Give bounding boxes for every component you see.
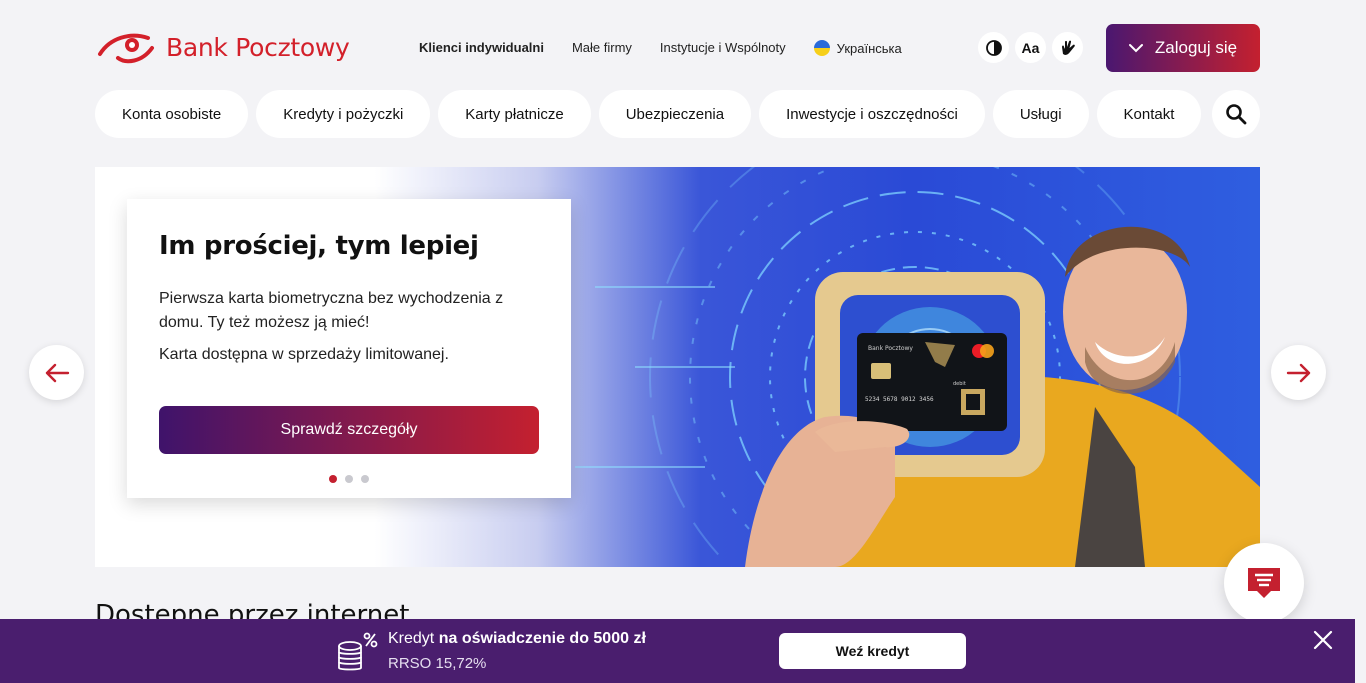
ukraine-flag-icon xyxy=(813,40,830,56)
sign-language-button[interactable] xyxy=(1052,32,1083,63)
nav-loans[interactable]: Kredyty i pożyczki xyxy=(256,90,431,138)
bank-logo-icon xyxy=(98,33,154,64)
arrow-left-icon xyxy=(45,363,69,382)
font-size-button[interactable]: Aa xyxy=(1015,32,1046,63)
language-label: Українська xyxy=(836,40,902,56)
nav-insurance[interactable]: Ubezpieczenia xyxy=(598,90,752,138)
hero-title: Im prościej, tym lepiej xyxy=(159,231,479,261)
login-button[interactable]: Zaloguj się xyxy=(1106,24,1260,72)
search-button[interactable] xyxy=(1212,90,1260,138)
hero-banner: Bank Pocztowy 5234 5678 9012 3456 debit … xyxy=(95,167,1260,567)
carousel-prev-button[interactable] xyxy=(29,345,84,400)
sign-language-icon xyxy=(1061,40,1075,55)
nav-personal-accounts[interactable]: Konta osobiste xyxy=(95,90,249,138)
brand-name: Bank Pocztowy xyxy=(166,32,350,62)
topnav-individual[interactable]: Klienci indywidualni xyxy=(419,40,544,56)
carousel-dot-1[interactable] xyxy=(329,475,337,483)
hero-description: Pierwsza karta biometryczna bez wychodze… xyxy=(159,290,504,331)
promo-bar: Kredyt na oświadczenie do 5000 zł RRSO 1… xyxy=(0,619,1355,683)
nav-payment-cards[interactable]: Karty płatnicze xyxy=(438,90,591,138)
arrow-right-icon xyxy=(1286,363,1310,382)
nav-contact[interactable]: Kontakt xyxy=(1096,90,1202,138)
hero-cta-button[interactable]: Sprawdź szczegóły xyxy=(159,406,539,454)
login-label: Zaloguj się xyxy=(1154,38,1238,57)
carousel-dot-3[interactable] xyxy=(361,475,369,483)
carousel-next-button[interactable] xyxy=(1271,345,1326,400)
nav-services[interactable]: Usługi xyxy=(992,90,1089,138)
search-icon xyxy=(1226,104,1247,125)
nav-investments[interactable]: Inwestycje i oszczędności xyxy=(759,90,985,138)
chat-button[interactable] xyxy=(1224,543,1304,623)
carousel-dots xyxy=(329,475,369,483)
hero-card: Im prościej, tym lepiej Pierwsza karta b… xyxy=(127,199,571,498)
coins-percent-icon xyxy=(338,632,378,671)
bank-logo[interactable]: Bank Pocztowy xyxy=(96,28,350,66)
hero-availability: Karta dostępna w sprzedaży limitowanej. xyxy=(159,346,449,363)
take-loan-button[interactable]: Weź kredyt xyxy=(779,633,966,669)
page-scrollbar[interactable] xyxy=(1355,0,1366,683)
close-icon[interactable] xyxy=(1312,629,1334,651)
card-brand: Bank Pocztowy xyxy=(868,345,913,352)
chat-icon xyxy=(1248,568,1280,598)
main-nav: Konta osobiste Kredyty i pożyczki Karty … xyxy=(95,90,1202,138)
contrast-icon xyxy=(985,39,1002,56)
promo-rrso: RRSO 15,72% xyxy=(388,655,487,672)
carousel-dot-2[interactable] xyxy=(345,475,353,483)
accessibility-tools: Aa xyxy=(978,32,1083,63)
promo-highlight: na oświadczenie do 5000 zł xyxy=(438,630,646,647)
audience-nav: Klienci indywidualni Małe firmy Instytuc… xyxy=(419,40,902,56)
promo-prefix: Kredyt xyxy=(388,630,435,647)
card-number: 5234 5678 9012 3456 xyxy=(865,396,934,403)
promo-headline: Kredyt na oświadczenie do 5000 zł xyxy=(388,630,646,648)
topnav-small-business[interactable]: Małe firmy xyxy=(572,40,632,56)
topnav-institutions[interactable]: Instytucje i Wspólnoty xyxy=(660,40,786,56)
language-switch[interactable]: Українська xyxy=(813,40,902,56)
chevron-down-icon xyxy=(1128,44,1143,53)
card-type: debit xyxy=(953,381,966,387)
contrast-button[interactable] xyxy=(978,32,1009,63)
